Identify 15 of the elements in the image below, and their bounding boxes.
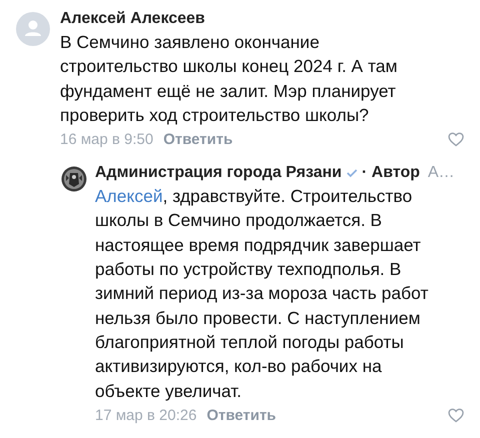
author-name[interactable]: Алексей Алексеев (60, 10, 206, 28)
like-icon[interactable] (448, 408, 464, 423)
mention-link[interactable]: Алексей (95, 186, 163, 206)
reply-link[interactable]: Ответить (163, 131, 233, 148)
comment-text: В Семчино заявлено окончание строительство школы конец 2024 г. А там фундамент ещё не залит. Мэр планирует проверить ход строительство школы? (60, 31, 398, 127)
author-name[interactable]: Администрация города Рязани (95, 164, 342, 182)
emblem-icon[interactable] (61, 166, 87, 192)
truncated-name: А… (428, 164, 455, 182)
reply-link[interactable]: Ответить (206, 406, 276, 424)
comment-text: Алексей, здравствуйте. Строительство школы в Семчино продолжается. В настоящее время подрядчик завершает работы по устройству техподполья. В зимний период из-за мороза часть работ нельзя было провести. С наступлением благоприятной теплой погоды работы активизируются, кол-во рабочих на объекте увеличат. (95, 185, 430, 403)
comment-date: 17 мар в 20:26 (95, 406, 197, 424)
like-icon[interactable] (448, 132, 464, 148)
avatar-icon[interactable] (16, 12, 50, 46)
author-role-label: · Автор (362, 164, 420, 182)
comment-date: 16 мар в 9:50 (60, 131, 154, 148)
